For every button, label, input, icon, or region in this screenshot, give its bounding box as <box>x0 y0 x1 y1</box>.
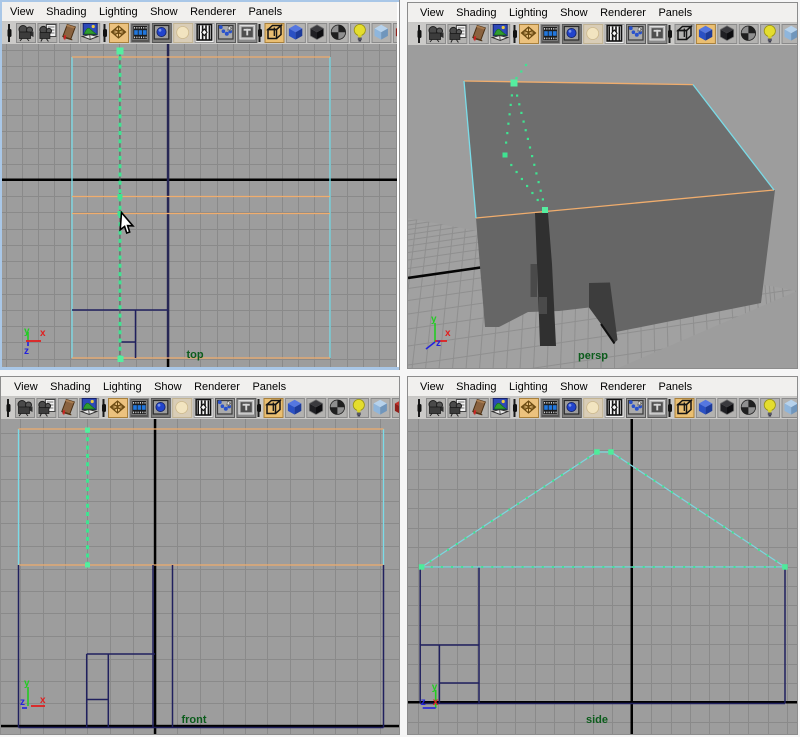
svg-text:x: x <box>433 697 439 708</box>
svg-text:y: y <box>431 314 437 325</box>
svg-text:persp: persp <box>578 350 608 362</box>
svg-text:y: y <box>24 678 30 689</box>
svg-text:x: x <box>40 328 46 339</box>
svg-text:front: front <box>181 714 206 726</box>
svg-text:side: side <box>586 714 608 726</box>
svg-text:z: z <box>20 697 25 708</box>
svg-text:z: z <box>24 346 29 357</box>
svg-text:y: y <box>24 326 30 337</box>
svg-text:x: x <box>40 695 46 706</box>
svg-text:x: x <box>445 328 451 339</box>
svg-text:y: y <box>432 682 438 693</box>
svg-text:top: top <box>186 349 203 361</box>
svg-text:z: z <box>421 697 426 708</box>
svg-text:z: z <box>436 338 441 349</box>
